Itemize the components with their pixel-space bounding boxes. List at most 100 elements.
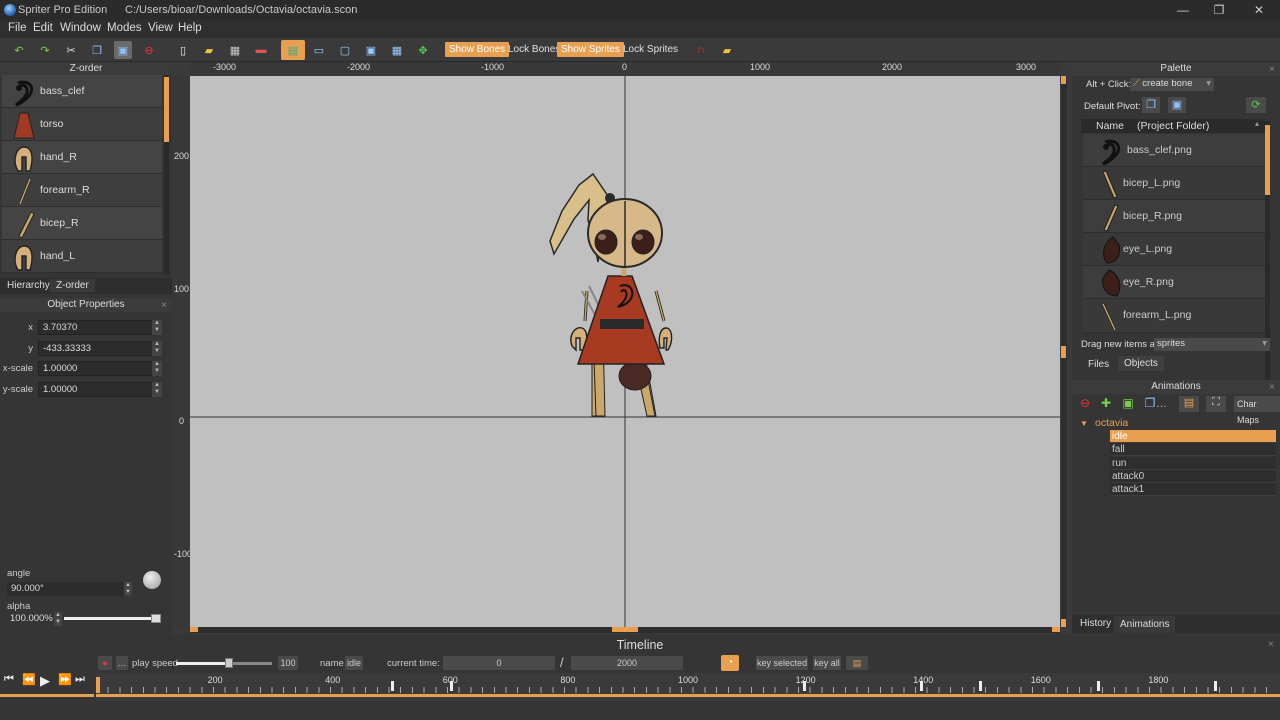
x-scale-field[interactable]: 1.00000	[38, 361, 153, 376]
keyframe-marker[interactable]	[1096, 681, 1100, 691]
menu-file[interactable]: File	[8, 22, 27, 34]
playhead[interactable]	[96, 677, 100, 693]
keyframe-marker[interactable]	[449, 681, 453, 691]
y-spinner[interactable]: ▲ ▼	[152, 341, 162, 356]
tab-history[interactable]: History	[1080, 618, 1111, 629]
animation-item-attack0[interactable]: attack0	[1110, 470, 1276, 483]
zorder-item[interactable]: forearm_R	[2, 174, 162, 207]
record-icon[interactable]: ●	[98, 656, 112, 670]
add-entity-icon[interactable]: ✚	[1098, 396, 1114, 412]
total-time-field[interactable]: 2000	[571, 656, 683, 670]
key-options-icon[interactable]: ▤	[846, 656, 868, 670]
save-icon[interactable]: ▦	[226, 41, 244, 59]
y-field[interactable]: -433.33333	[38, 341, 153, 356]
close-icon[interactable]: ✕	[1244, 2, 1274, 18]
paste-icon[interactable]: ▣	[114, 41, 132, 59]
key-selected-button[interactable]: key selected	[756, 656, 808, 670]
menu-view[interactable]: View	[148, 22, 173, 34]
canvas[interactable]	[190, 76, 1060, 627]
image-icon[interactable]: ▤	[1179, 396, 1199, 412]
folder-icon[interactable]: ▰	[718, 41, 736, 59]
palette-item[interactable]: bicep_L.png	[1083, 167, 1265, 200]
column-folder[interactable]: (Project Folder)	[1137, 120, 1209, 132]
step-forward-icon[interactable]: ⏩	[58, 673, 72, 687]
alpha-field[interactable]: 100.000%	[7, 612, 55, 626]
skip-back-icon[interactable]: ⏮	[4, 673, 18, 687]
show-bones-button[interactable]: Show Bones	[445, 42, 510, 57]
canvas-scrollbar-vertical[interactable]	[1061, 76, 1067, 627]
animation-item-fall[interactable]: fall	[1110, 443, 1276, 456]
y-scale-spinner[interactable]: ▲ ▼	[152, 382, 162, 397]
key-all-button[interactable]: key all	[813, 656, 841, 670]
menu-edit[interactable]: Edit	[33, 22, 53, 34]
animation-item-attack1[interactable]: attack1	[1110, 483, 1276, 496]
copy-icon[interactable]: ❐	[88, 41, 106, 59]
alpha-slider[interactable]	[64, 617, 152, 620]
lock-bones-button[interactable]: Lock Bones	[505, 42, 563, 57]
export-icon[interactable]: ▬	[252, 41, 270, 59]
entity-name[interactable]: octavia	[1095, 417, 1128, 429]
play-speed-field[interactable]: 100	[278, 656, 298, 670]
cut-icon[interactable]: ✂	[62, 41, 80, 59]
tab-objects[interactable]: Objects	[1118, 356, 1164, 371]
close-icon[interactable]: ×	[1268, 640, 1278, 650]
menu-window[interactable]: Window	[60, 22, 101, 34]
char-maps-button[interactable]: Char Maps	[1234, 396, 1280, 425]
clock-icon[interactable]: ◔	[721, 655, 739, 671]
tab-hierarchy[interactable]: Hierarchy	[7, 280, 50, 291]
angle-dial[interactable]	[143, 571, 161, 589]
palette-item[interactable]: eye_L.png	[1083, 233, 1265, 266]
palette-item[interactable]: forearm_L.png	[1083, 299, 1265, 333]
angle-field[interactable]: 90.000°	[7, 582, 125, 596]
redo-icon[interactable]: ↷	[36, 41, 54, 59]
calendar-icon[interactable]: ▦	[388, 41, 406, 59]
x-spinner[interactable]: ▲ ▼	[152, 320, 162, 335]
menu-modes[interactable]: Modes	[107, 22, 142, 34]
more-icon[interactable]: …	[1156, 398, 1167, 410]
tab-zorder[interactable]: Z-order	[50, 279, 95, 292]
expand-icon[interactable]: ⛶	[1206, 396, 1226, 412]
palette-item[interactable]: bicep_R.png	[1083, 200, 1265, 233]
x-scale-spinner[interactable]: ▲ ▼	[152, 361, 162, 376]
show-sprites-button[interactable]: Show Sprites	[557, 42, 624, 57]
grid-icon[interactable]: ▤	[281, 40, 305, 60]
angle-spinner[interactable]: ▲ ▼	[124, 582, 132, 596]
current-time-field[interactable]: 0	[443, 656, 555, 670]
menu-help[interactable]: Help	[178, 22, 202, 34]
zorder-scrollbar[interactable]	[164, 75, 169, 275]
x-field[interactable]: 3.70370	[38, 320, 153, 335]
keyframe-marker[interactable]	[979, 681, 982, 691]
keyframe-marker[interactable]	[920, 681, 924, 691]
zorder-item[interactable]: hand_L	[2, 240, 162, 273]
animation-item-run[interactable]: run	[1110, 457, 1276, 470]
delete-animation-icon[interactable]: ⊖	[1077, 396, 1093, 412]
zorder-item[interactable]: hand_R	[2, 141, 162, 174]
frame-icon[interactable]: ▢	[336, 41, 354, 59]
close-icon[interactable]: ×	[161, 301, 171, 311]
window-icon[interactable]: ▭	[310, 41, 328, 59]
new-file-icon[interactable]: ▯	[174, 41, 192, 59]
magnet-icon[interactable]: ∩	[692, 41, 710, 59]
zorder-item[interactable]: bass_clef	[2, 75, 162, 108]
palette-scrollbar[interactable]	[1265, 121, 1270, 393]
refresh-icon[interactable]: ⟳	[1246, 97, 1266, 113]
alt-click-select[interactable]: ⟋ create bone ▾	[1130, 78, 1214, 91]
y-scale-field[interactable]: 1.00000	[38, 382, 153, 397]
fit-icon[interactable]: ✥	[414, 41, 432, 59]
lock-sprites-button[interactable]: Lock Sprites	[620, 42, 681, 57]
delete-icon[interactable]: ⊖	[140, 41, 158, 59]
skip-forward-icon[interactable]: ⏭	[75, 673, 89, 687]
play-speed-slider[interactable]	[176, 658, 272, 668]
canvas-scrollbar-horizontal[interactable]	[190, 627, 1060, 633]
zorder-item[interactable]: bicep_R	[2, 207, 162, 240]
animation-item-idle[interactable]: idle	[1110, 430, 1276, 443]
keyframe-marker[interactable]	[802, 681, 806, 691]
keyframe-marker[interactable]	[1214, 681, 1218, 691]
close-icon[interactable]: ×	[1269, 383, 1279, 393]
maximize-icon[interactable]: ❐	[1204, 2, 1234, 18]
alpha-spinner[interactable]: ▲ ▼	[54, 612, 62, 626]
keyframe-marker[interactable]	[391, 681, 394, 691]
tab-animations[interactable]: Animations	[1114, 616, 1176, 633]
step-back-icon[interactable]: ⏪	[22, 673, 36, 687]
play-icon[interactable]: ▶	[40, 673, 54, 688]
